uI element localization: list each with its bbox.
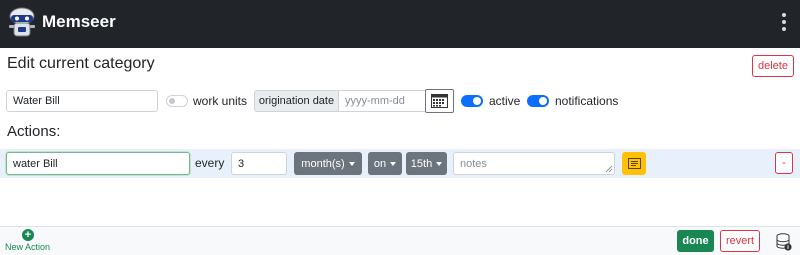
kebab-menu-icon[interactable] [779,13,789,35]
action-name-input[interactable]: water Bill [6,152,190,175]
active-toggle[interactable] [461,95,483,107]
revert-button[interactable]: revert [720,230,760,252]
top-navbar: Memseer [0,0,800,48]
note-icon [627,158,641,169]
database-info-icon[interactable] [776,233,792,251]
category-name-input[interactable]: Water Bill [6,90,158,112]
unit-dropdown[interactable]: month(s) [294,152,362,175]
chevron-down-icon [390,161,397,166]
interval-input[interactable]: 3 [231,152,287,175]
notifications-label: notifications [555,94,619,108]
delete-button[interactable]: delete [752,55,794,77]
work-units-label: work units [193,94,248,108]
day-dropdown-label: 15th [410,157,433,170]
app-title: Memseer [42,12,116,31]
calendar-icon [431,94,448,108]
active-label: active [489,94,521,108]
resize-handle-icon[interactable] [605,165,613,173]
unit-dropdown-label: month(s) [301,157,345,170]
work-units-toggle[interactable] [166,95,188,107]
calendar-button[interactable] [425,89,454,113]
remove-action-button[interactable]: - [775,152,793,174]
notes-textarea[interactable]: notes [453,152,615,175]
day-dropdown[interactable]: 15th [406,152,447,175]
done-button[interactable]: done [677,230,714,252]
new-action-button[interactable]: New Action [5,242,50,252]
chevron-down-icon [436,161,443,166]
every-label: every [195,156,225,170]
plus-circle-icon[interactable]: + [22,229,34,241]
actions-heading: Actions: [7,123,61,140]
notes-button[interactable] [622,152,646,175]
notifications-toggle[interactable] [527,95,549,107]
robot-logo-icon [9,7,35,37]
page-title: Edit current category [7,55,155,72]
on-dropdown-label: on [373,157,387,170]
origination-date-input[interactable]: yyyy-mm-dd [338,90,426,112]
chevron-down-icon [348,161,355,166]
origination-date-label: origination date [254,90,339,112]
on-dropdown[interactable]: on [368,152,402,175]
